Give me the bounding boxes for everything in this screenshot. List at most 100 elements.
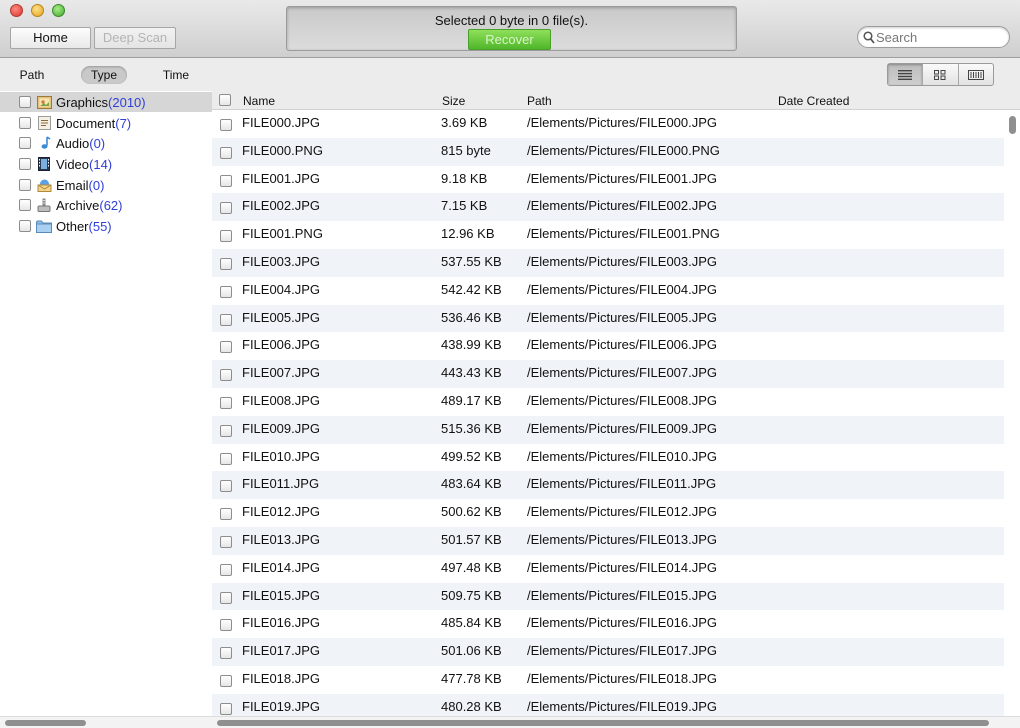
table-row[interactable]: FILE000.PNG 815 byte/Elements/Pictures/FI… (212, 137, 1007, 166)
row-checkbox[interactable] (220, 619, 232, 632)
table-row[interactable]: FILE006.JPG 438.99 KB/Elements/Pictures/F… (212, 332, 1007, 360)
table-row[interactable]: FILE013.JPG 501.57 KB/Elements/Pictures/F… (212, 526, 1007, 555)
row-checkbox[interactable] (220, 119, 232, 131)
table-row[interactable]: FILE007.JPG 443.43 KB/Elements/Pictures/F… (212, 360, 1007, 388)
video-checkbox[interactable] (19, 158, 31, 170)
row-checkbox[interactable] (220, 341, 232, 354)
row-checkbox[interactable] (220, 146, 232, 159)
recover-button[interactable]: Recover (468, 29, 551, 50)
row-checkbox[interactable] (220, 452, 232, 465)
table-row[interactable]: FILE001.JPG 9.18 KB/Elements/Pictures/FIL… (212, 166, 1007, 194)
sidebar-item-email[interactable]: Email (0) (0, 175, 212, 195)
table-row[interactable]: FILE014.JPG 497.48 KB/Elements/Pictures/F… (212, 555, 1007, 583)
graphics-checkbox[interactable] (19, 96, 31, 108)
file-path-cell: /Elements/Pictures/FILE003.JPG (527, 253, 718, 269)
select-all-checkbox[interactable] (219, 94, 231, 106)
row-checkbox[interactable] (220, 257, 232, 270)
row-checkbox[interactable] (220, 591, 232, 604)
row-checkbox[interactable] (220, 535, 232, 548)
deep-scan-button[interactable]: Deep Scan (94, 27, 176, 49)
document-checkbox[interactable] (19, 117, 31, 129)
vertical-scrollbar[interactable] (1004, 110, 1020, 716)
sidebar-item-other[interactable]: Other (55) (0, 216, 212, 236)
row-checkbox[interactable] (220, 396, 232, 409)
window-minimize-button[interactable] (31, 4, 44, 17)
file-path-cell: /Elements/Pictures/FILE014.JPG (527, 559, 718, 575)
file-size-cell: 536.46 KB (441, 309, 502, 325)
sidebar-item-graphics[interactable]: Graphics (2010) (0, 92, 212, 112)
row-checkbox[interactable] (220, 508, 232, 521)
file-name-cell: FILE006.JPG (242, 337, 321, 353)
table-row[interactable]: FILE017.JPG 501.06 KB/Elements/Pictures/F… (212, 638, 1007, 666)
tab-time[interactable]: Time (152, 66, 200, 84)
sidebar-horizontal-scrollbar[interactable] (0, 716, 212, 728)
sidebar-item-audio[interactable]: Audio (0) (0, 133, 212, 153)
table-row[interactable]: FILE002.JPG 7.15 KB/Elements/Pictures/FIL… (212, 193, 1007, 222)
column-header-path[interactable]: Path (527, 94, 552, 108)
table-row[interactable]: FILE008.JPG 489.17 KB/Elements/Pictures/F… (212, 388, 1007, 416)
home-button[interactable]: Home (10, 27, 91, 49)
archive-checkbox[interactable] (19, 199, 31, 211)
row-checkbox[interactable] (220, 480, 232, 493)
file-size-cell: 480.28 KB (441, 698, 502, 714)
table-row[interactable]: FILE016.JPG 485.84 KB/Elements/Pictures/F… (212, 610, 1007, 638)
window-zoom-button[interactable] (52, 4, 65, 17)
row-checkbox[interactable] (220, 424, 232, 437)
file-size-cell: 497.48 KB (441, 559, 502, 575)
file-size-cell: 443.43 KB (441, 365, 502, 381)
sidebar-item-video[interactable]: Video (14) (0, 154, 212, 174)
row-checkbox[interactable] (220, 369, 232, 382)
sidebar-item-document[interactable]: Document (7) (0, 113, 212, 133)
search-field[interactable] (857, 26, 1010, 48)
other-checkbox[interactable] (19, 220, 31, 232)
search-input[interactable] (876, 29, 1001, 45)
table-row[interactable]: FILE000.JPG 3.69 KB/Elements/Pictures/FIL… (212, 110, 1007, 138)
window-close-button[interactable] (10, 4, 23, 17)
table-row[interactable]: FILE015.JPG 509.75 KB/Elements/Pictures/F… (212, 582, 1007, 611)
row-checkbox[interactable] (220, 702, 232, 715)
row-checkbox[interactable] (220, 230, 232, 243)
column-header-date-created[interactable]: Date Created (778, 94, 849, 108)
table-horizontal-scrollbar[interactable] (212, 716, 1020, 728)
file-path-cell: /Elements/Pictures/FILE017.JPG (527, 643, 718, 659)
sidebar-scroll-thumb[interactable] (5, 720, 86, 726)
list-view-button[interactable] (888, 64, 924, 85)
tab-type[interactable]: Type (81, 66, 127, 84)
file-size-cell: 542.42 KB (441, 281, 502, 297)
tab-path[interactable]: Path (12, 66, 52, 84)
file-name-cell: FILE019.JPG (242, 698, 321, 714)
table-scroll-thumb[interactable] (217, 720, 989, 726)
row-checkbox[interactable] (220, 647, 232, 660)
filmstrip-view-button[interactable] (959, 64, 993, 85)
file-table: Name Size Path Date Created FILE000.JPG 3… (212, 91, 1020, 716)
table-row[interactable]: FILE019.JPG 480.28 KB/Elements/Pictures/F… (212, 693, 1007, 716)
column-header-size[interactable]: Size (442, 94, 465, 108)
vertical-scroll-thumb[interactable] (1009, 116, 1016, 134)
search-icon (863, 31, 875, 44)
table-row[interactable]: FILE018.JPG 477.78 KB/Elements/Pictures/F… (212, 666, 1007, 694)
table-row[interactable]: FILE011.JPG 483.64 KB/Elements/Pictures/F… (212, 471, 1007, 500)
table-row[interactable]: FILE004.JPG 542.42 KB/Elements/Pictures/F… (212, 277, 1007, 305)
table-row[interactable]: FILE003.JPG 537.55 KB/Elements/Pictures/F… (212, 248, 1007, 277)
row-checkbox[interactable] (220, 202, 232, 215)
table-row[interactable]: FILE012.JPG 500.62 KB/Elements/Pictures/F… (212, 499, 1007, 527)
grid-view-button[interactable] (923, 64, 959, 85)
row-checkbox[interactable] (220, 313, 232, 326)
file-name-cell: FILE016.JPG (242, 615, 321, 631)
row-checkbox[interactable] (220, 174, 232, 187)
table-row[interactable]: FILE001.PNG 12.96 KB/Elements/Pictures/FI… (212, 221, 1007, 249)
table-row[interactable]: FILE005.JPG 536.46 KB/Elements/Pictures/F… (212, 304, 1007, 333)
table-row[interactable]: FILE010.JPG 499.52 KB/Elements/Pictures/F… (212, 444, 1007, 472)
row-checkbox[interactable] (220, 285, 232, 298)
row-checkbox[interactable] (220, 674, 232, 687)
table-row[interactable]: FILE009.JPG 515.36 KB/Elements/Pictures/F… (212, 415, 1007, 444)
email-checkbox[interactable] (19, 179, 31, 191)
sidebar-item-archive[interactable]: Archive (62) (0, 195, 212, 215)
file-path-cell: /Elements/Pictures/FILE000.PNG (527, 142, 720, 158)
file-size-cell: 501.57 KB (441, 531, 502, 547)
column-header-name[interactable]: Name (243, 94, 275, 108)
audio-checkbox[interactable] (19, 137, 31, 149)
list-view-icon (898, 69, 913, 80)
row-checkbox[interactable] (220, 563, 232, 576)
file-name-cell: FILE004.JPG (242, 281, 321, 297)
